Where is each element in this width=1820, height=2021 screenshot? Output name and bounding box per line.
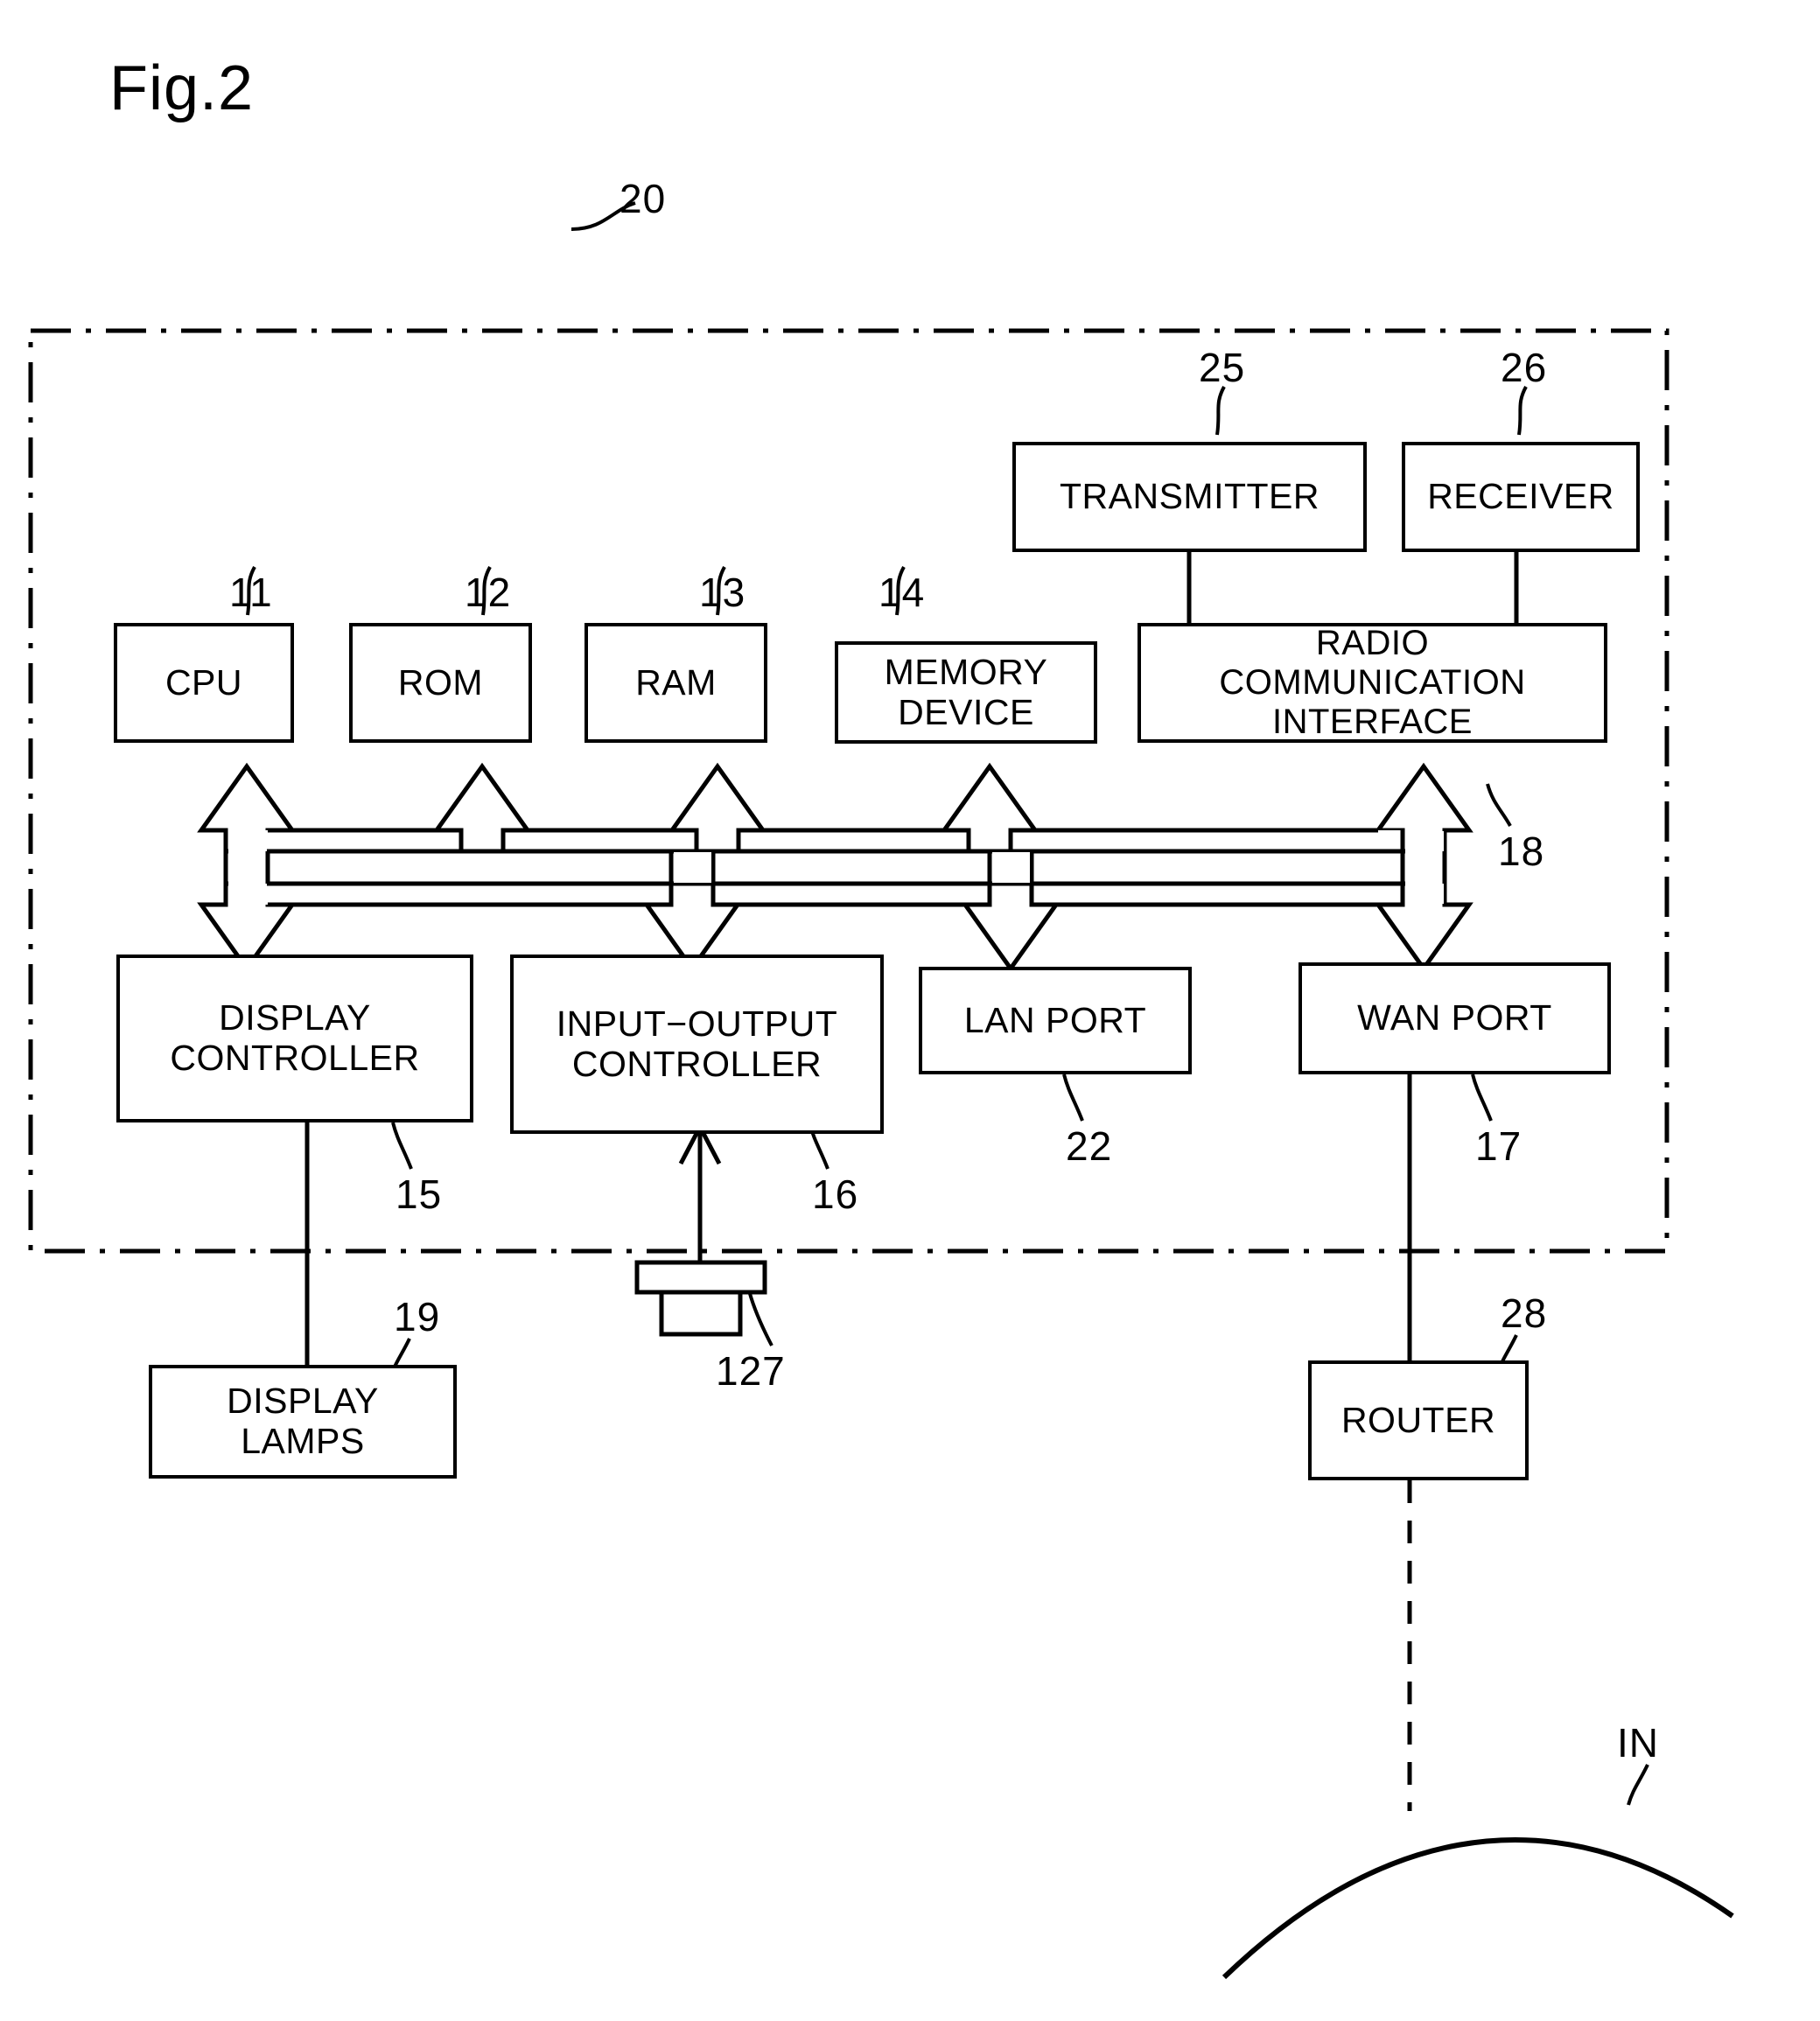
block-transmitter: TRANSMITTER xyxy=(1012,442,1367,552)
block-display-controller-label-1: DISPLAY xyxy=(219,997,371,1038)
button-127-flange xyxy=(634,1260,767,1295)
block-display-lamps-label-1: DISPLAY xyxy=(227,1381,379,1422)
block-io-controller-label-2: CONTROLLER xyxy=(571,1043,822,1084)
block-memory-device-label-1: MEMORY xyxy=(884,651,1048,692)
leader-line-25 xyxy=(1215,386,1226,436)
block-receiver-label: RECEIVER xyxy=(1427,476,1614,517)
block-transmitter-label: TRANSMITTER xyxy=(1059,476,1320,517)
block-ram-label: RAM xyxy=(635,661,717,703)
block-receiver: RECEIVER xyxy=(1402,442,1640,552)
block-display-lamps: DISPLAY LAMPS xyxy=(149,1365,457,1479)
ref-numeral-12: 12 xyxy=(465,570,512,615)
block-memory-device-label-2: DEVICE xyxy=(898,691,1034,732)
ref-numeral-19: 19 xyxy=(394,1294,441,1339)
figure-canvas: Fig.2 CPU ROM RAM MEMORY DEVICE RADIO CO… xyxy=(0,0,1820,2021)
block-radio-communication-interface: RADIO COMMUNICATION INTERFACE xyxy=(1138,623,1607,743)
block-router-label: ROUTER xyxy=(1340,1399,1496,1440)
ref-numeral-28: 28 xyxy=(1501,1290,1548,1336)
leader-line-17 xyxy=(1471,1073,1493,1122)
block-wan-port: WAN PORT xyxy=(1298,962,1611,1074)
block-memory-device: MEMORY DEVICE xyxy=(835,641,1097,744)
block-input-output-controller: INPUT−OUTPUT CONTROLLER xyxy=(510,955,884,1134)
leader-line-15 xyxy=(391,1122,413,1170)
ref-numeral-15: 15 xyxy=(396,1171,443,1217)
leader-line-IN xyxy=(1627,1764,1649,1806)
leader-line-26 xyxy=(1517,386,1528,436)
ref-numeral-14: 14 xyxy=(878,570,926,615)
block-radio-label-3: INTERFACE xyxy=(1272,702,1473,741)
block-display-lamps-label-2: LAMPS xyxy=(241,1421,365,1461)
ref-numeral-127: 127 xyxy=(716,1348,786,1394)
block-rom: ROM xyxy=(349,623,532,743)
block-lan-port-label: LAN PORT xyxy=(963,999,1147,1040)
block-rom-label: ROM xyxy=(397,661,484,703)
block-display-controller-label-2: CONTROLLER xyxy=(170,1038,420,1078)
leader-line-18 xyxy=(1486,783,1512,827)
ref-numeral-22: 22 xyxy=(1066,1123,1113,1169)
leader-line-22 xyxy=(1062,1073,1084,1122)
block-io-controller-label-1: INPUT−OUTPUT xyxy=(556,1003,838,1044)
block-cpu: CPU xyxy=(114,623,294,743)
block-cpu-label: CPU xyxy=(164,661,243,703)
ref-numeral-16: 16 xyxy=(812,1171,859,1217)
ref-numeral-26: 26 xyxy=(1501,345,1548,390)
ref-numeral-IN: IN xyxy=(1617,1720,1659,1766)
ref-numeral-13: 13 xyxy=(699,570,746,615)
network-arc-IN xyxy=(1222,1837,1734,1980)
block-ram: RAM xyxy=(584,623,767,743)
block-wan-port-label: WAN PORT xyxy=(1357,997,1552,1038)
ref-numeral-18: 18 xyxy=(1498,829,1545,874)
block-radio-label-1: RADIO xyxy=(1315,624,1430,663)
ref-numeral-11: 11 xyxy=(229,570,273,615)
block-lan-port: LAN PORT xyxy=(919,967,1192,1074)
ref-numeral-20: 20 xyxy=(620,176,667,221)
leader-line-127 xyxy=(746,1286,774,1346)
block-radio-label-2: COMMUNICATION xyxy=(1219,663,1526,703)
ref-numeral-17: 17 xyxy=(1475,1123,1522,1169)
block-router: ROUTER xyxy=(1308,1360,1529,1480)
block-display-controller: DISPLAY CONTROLLER xyxy=(116,955,473,1122)
ref-numeral-25: 25 xyxy=(1199,345,1246,390)
button-127-body xyxy=(659,1290,743,1337)
